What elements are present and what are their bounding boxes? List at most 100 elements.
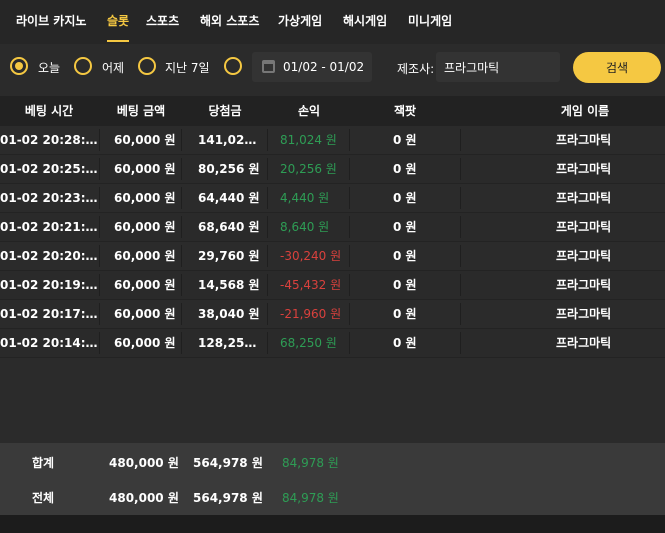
summary-row-subtotal: 합계 480,000 원 564,978 원 84,978 원 — [0, 445, 665, 481]
cell-bet-time: 01-02 20:21:… — [0, 220, 98, 234]
summary-profit-loss: 84,978 원 — [282, 491, 339, 505]
column-divider — [99, 332, 100, 354]
radio-custom-range[interactable] — [224, 57, 242, 75]
cell-profit-loss: 20,256 원 — [280, 162, 337, 176]
table-row[interactable]: 01-02 20:19:… 60,000 원 14,568 원 -45,432 원 0 … — [0, 271, 665, 300]
radio-last-7-days-label[interactable]: 지난 7일 — [165, 59, 210, 76]
cell-game-name: 프라그마틱 — [556, 336, 612, 350]
tab-live-casino[interactable]: 라이브 카지노 — [16, 12, 86, 29]
column-divider — [267, 216, 268, 238]
radio-yesterday[interactable] — [74, 57, 92, 75]
table-row[interactable]: 01-02 20:14:… 60,000 원 128,250… 68,250 원 0 원… — [0, 329, 665, 358]
column-divider — [99, 303, 100, 325]
cell-winnings: 64,440 원 — [198, 191, 260, 205]
column-divider — [267, 187, 268, 209]
summary-bet: 480,000 원 — [109, 491, 179, 505]
cell-game-name: 프라그마틱 — [556, 249, 612, 263]
table-row[interactable]: 01-02 20:23:… 60,000 원 64,440 원 4,440 원 0 원 프… — [0, 184, 665, 213]
summary-win: 564,978 원 — [193, 491, 263, 505]
cell-profit-loss: -30,240 원 — [280, 249, 342, 263]
column-divider — [181, 187, 182, 209]
column-divider — [181, 245, 182, 267]
column-divider — [99, 158, 100, 180]
cell-game-name: 프라그마틱 — [556, 133, 612, 147]
header-profit-loss[interactable]: 손익 — [268, 96, 350, 126]
maker-label: 제조사: — [397, 62, 435, 76]
cell-bet-time: 01-02 20:28:… — [0, 133, 98, 147]
column-divider — [460, 187, 461, 209]
summary-label: 합계 — [32, 456, 55, 470]
summary-win: 564,978 원 — [193, 456, 263, 470]
radio-last-7-days[interactable] — [138, 57, 156, 75]
table-row[interactable]: 01-02 20:25:… 60,000 원 80,256 원 20,256 원 0 원… — [0, 155, 665, 184]
column-divider — [181, 303, 182, 325]
tab-mini-game[interactable]: 미니게임 — [408, 12, 452, 29]
cell-bet-amount: 60,000 원 — [114, 249, 176, 263]
cell-bet-amount: 60,000 원 — [114, 278, 176, 292]
header-game-name[interactable]: 게임 이름 — [460, 96, 665, 126]
tab-slot[interactable]: 슬롯 — [107, 12, 129, 29]
cell-winnings: 128,250… — [198, 336, 260, 350]
cell-winnings: 68,640 원 — [198, 220, 260, 234]
column-divider — [267, 274, 268, 296]
summary-row-total: 전체 480,000 원 564,978 원 84,978 원 — [0, 480, 665, 516]
column-divider — [99, 129, 100, 151]
maker-input[interactable] — [436, 52, 560, 82]
table-row[interactable]: 01-02 20:28:… 60,000 원 141,024… 81,024 원 0 원… — [0, 126, 665, 155]
tab-virtual-game[interactable]: 가상게임 — [278, 12, 322, 29]
cell-profit-loss: 4,440 원 — [280, 191, 330, 205]
filter-bar: 오늘 어제 지난 7일 01/02 - 01/02 제조사: 검색 — [0, 44, 665, 92]
column-divider — [267, 303, 268, 325]
cell-profit-loss: 81,024 원 — [280, 133, 337, 147]
radio-today[interactable] — [10, 57, 28, 75]
summary-footer: 합계 480,000 원 564,978 원 84,978 원 전체 480,0… — [0, 443, 665, 515]
column-divider — [181, 274, 182, 296]
cell-game-name: 프라그마틱 — [556, 278, 612, 292]
cell-bet-amount: 60,000 원 — [114, 162, 176, 176]
radio-today-label[interactable]: 오늘 — [38, 59, 60, 76]
cell-profit-loss: -45,432 원 — [280, 278, 342, 292]
tab-overseas-sports[interactable]: 해외 스포츠 — [200, 12, 259, 29]
cell-bet-time: 01-02 20:20:… — [0, 249, 98, 263]
column-divider — [181, 129, 182, 151]
radio-yesterday-label[interactable]: 어제 — [102, 59, 124, 76]
bottom-bar — [0, 515, 665, 533]
date-range-picker[interactable]: 01/02 - 01/02 — [252, 52, 372, 82]
active-tab-indicator — [107, 40, 129, 42]
cell-winnings: 141,024… — [198, 133, 260, 147]
header-winnings[interactable]: 당첨금 — [182, 96, 268, 126]
summary-profit-loss: 84,978 원 — [282, 456, 339, 470]
search-button[interactable]: 검색 — [573, 52, 661, 83]
date-range-value: 01/02 - 01/02 — [283, 60, 365, 74]
cell-game-name: 프라그마틱 — [556, 220, 612, 234]
cell-bet-time: 01-02 20:19:… — [0, 278, 98, 292]
column-divider — [99, 245, 100, 267]
tab-sports[interactable]: 스포츠 — [146, 12, 179, 29]
cell-bet-amount: 60,000 원 — [114, 220, 176, 234]
cell-bet-amount: 60,000 원 — [114, 133, 176, 147]
column-divider — [181, 332, 182, 354]
cell-winnings: 80,256 원 — [198, 162, 260, 176]
header-bet-time[interactable]: 베팅 시간 — [0, 96, 98, 126]
cell-jackpot: 0 원 — [393, 162, 417, 176]
cell-profit-loss: -21,960 원 — [280, 307, 342, 321]
cell-winnings: 38,040 원 — [198, 307, 260, 321]
table-row[interactable]: 01-02 20:21:… 60,000 원 68,640 원 8,640 원 0 원 프… — [0, 213, 665, 242]
header-bet-amount[interactable]: 베팅 금액 — [100, 96, 182, 126]
column-divider — [181, 158, 182, 180]
cell-game-name: 프라그마틱 — [556, 307, 612, 321]
cell-bet-amount: 60,000 원 — [114, 191, 176, 205]
cell-jackpot: 0 원 — [393, 249, 417, 263]
cell-jackpot: 0 원 — [393, 278, 417, 292]
column-divider — [267, 129, 268, 151]
header-jackpot[interactable]: 잭팟 — [350, 96, 460, 126]
table-row[interactable]: 01-02 20:20:… 60,000 원 29,760 원 -30,240 원 0 … — [0, 242, 665, 271]
table-header: 베팅 시간 베팅 금액 당첨금 손익 잭팟 게임 이름 — [0, 96, 665, 126]
table-row[interactable]: 01-02 20:17:… 60,000 원 38,040 원 -21,960 원 0 … — [0, 300, 665, 329]
tab-hash-game[interactable]: 해시게임 — [343, 12, 387, 29]
cell-jackpot: 0 원 — [393, 307, 417, 321]
cell-bet-amount: 60,000 원 — [114, 307, 176, 321]
column-divider — [267, 158, 268, 180]
column-divider — [460, 274, 461, 296]
column-divider — [99, 187, 100, 209]
